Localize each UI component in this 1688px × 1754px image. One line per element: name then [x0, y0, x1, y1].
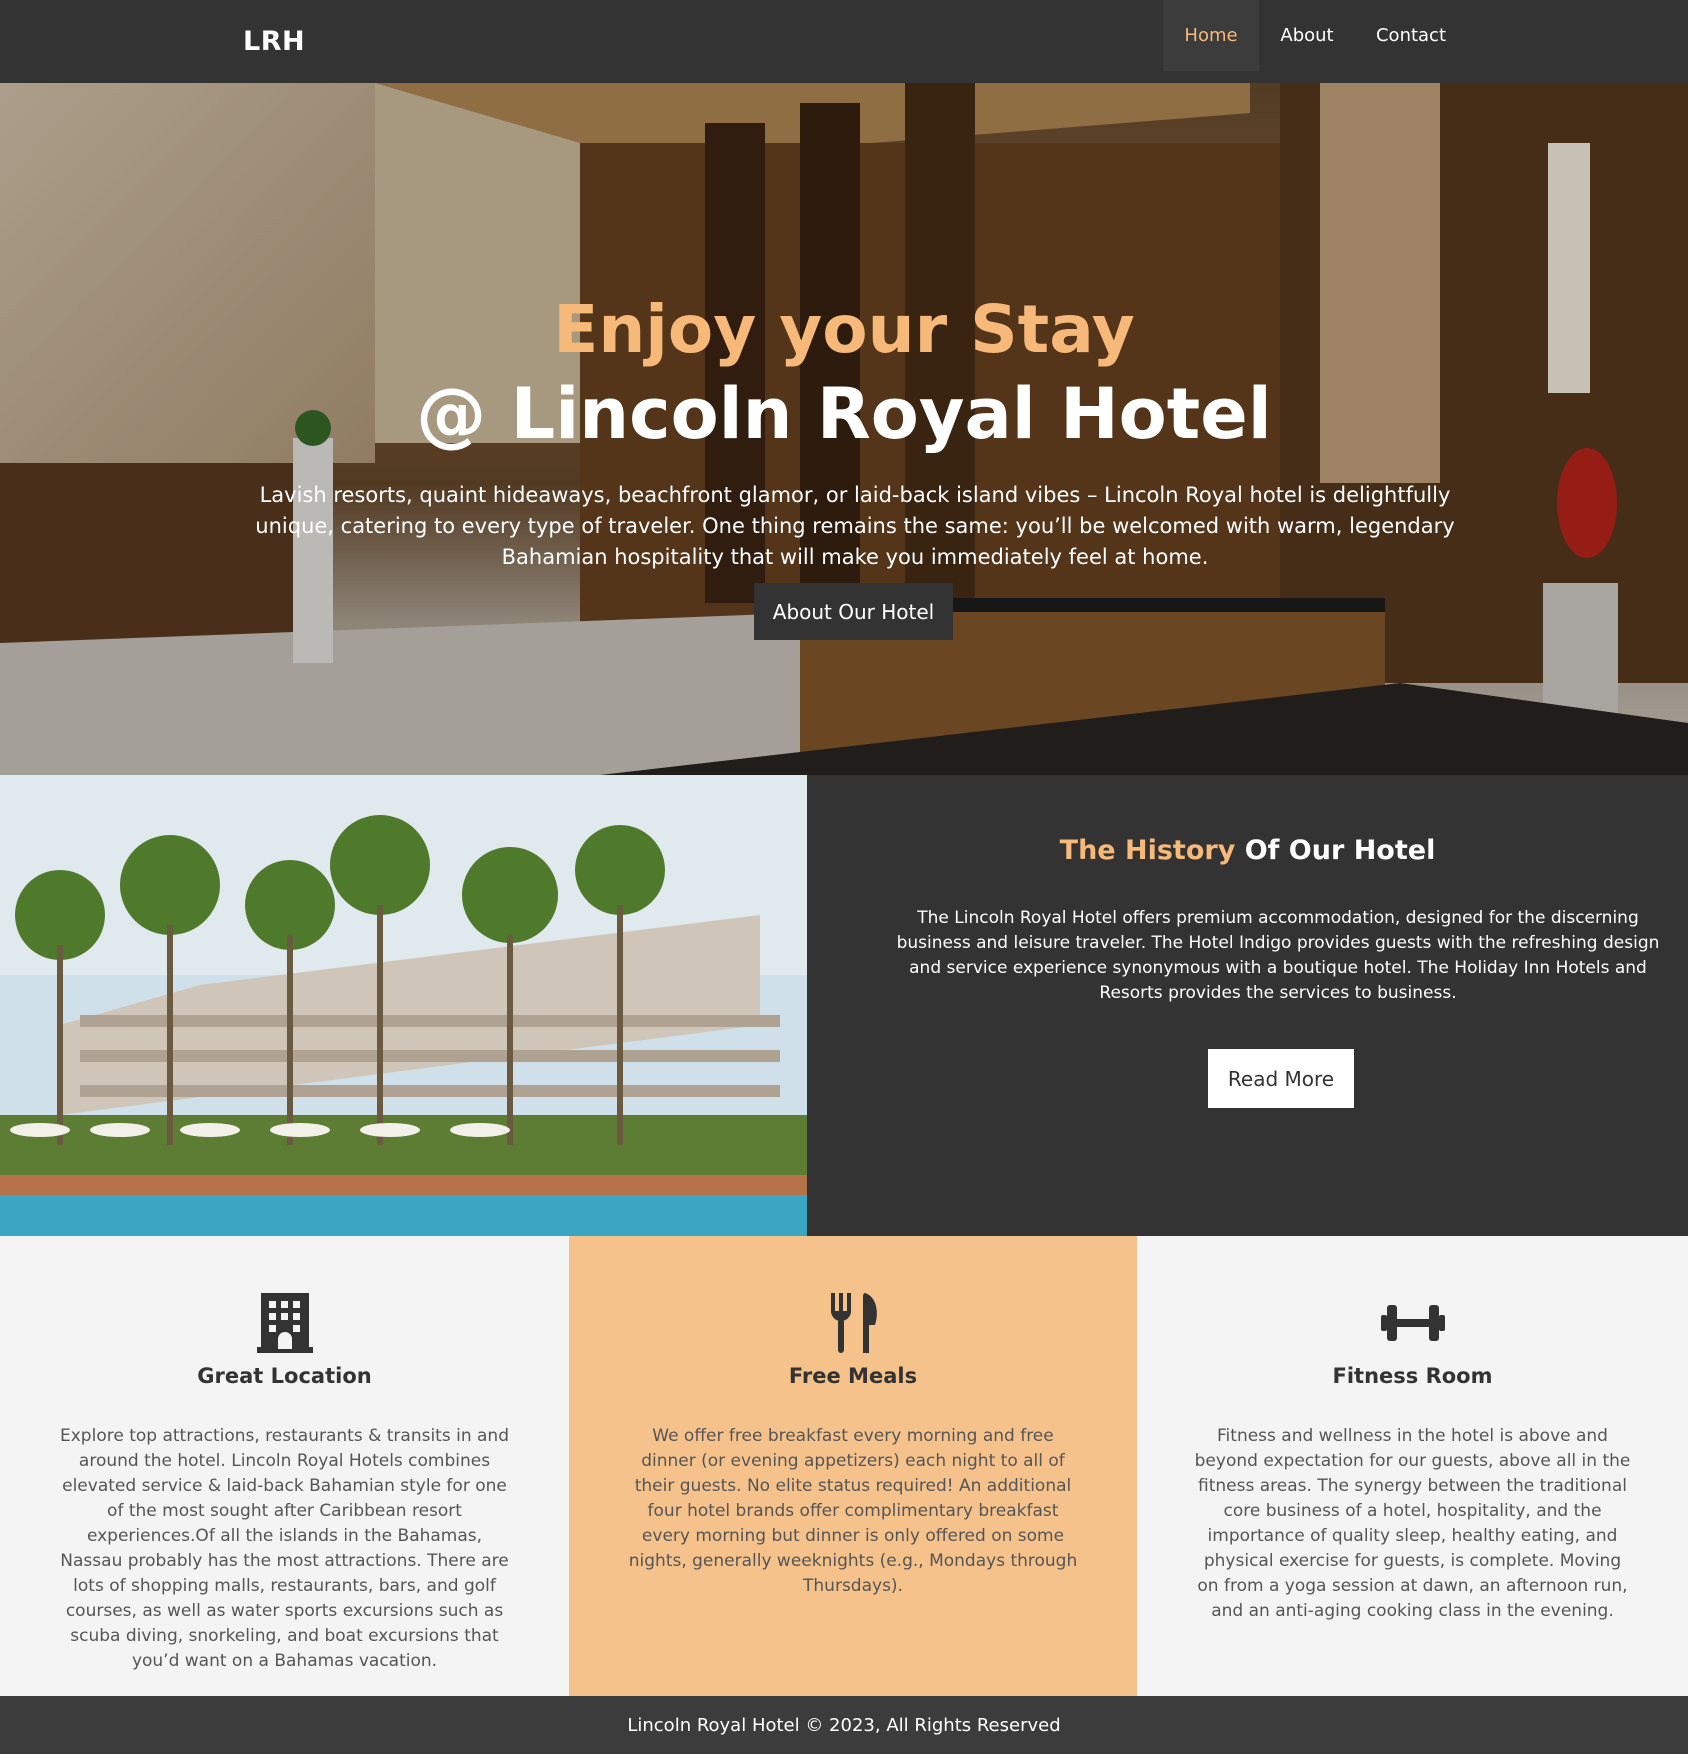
history-section: The History Of Our Hotel The Lincoln Roy…: [0, 775, 1688, 1236]
feature-description: Explore top attractions, restaurants & t…: [60, 1426, 509, 1671]
hero-title-line2: @ Lincoln Royal Hotel: [416, 373, 1272, 455]
feature-title: Fitness Room: [1332, 1364, 1493, 1388]
features-section: Great Location Explore top attractions, …: [0, 1236, 1688, 1696]
top-navbar: LRH Home About Contact: [0, 0, 1688, 83]
nav-links: Home About Contact: [1163, 0, 1467, 71]
building-icon: [256, 1293, 313, 1353]
resort-pool-image: [0, 775, 807, 1236]
feature-card-meals: Free Meals We offer free breakfast every…: [569, 1236, 1137, 1696]
nav-link-about[interactable]: About: [1259, 0, 1355, 71]
feature-title: Great Location: [197, 1364, 372, 1388]
hero-section: Enjoy your Stay @ Lincoln Royal Hotel La…: [0, 83, 1688, 775]
footer: Lincoln Royal Hotel © 2023, All Rights R…: [0, 1696, 1688, 1754]
history-title-rest: Of Our Hotel: [1235, 835, 1436, 866]
read-more-button[interactable]: Read More: [1208, 1049, 1354, 1108]
nav-link-contact[interactable]: Contact: [1355, 0, 1467, 71]
feature-title: Free Meals: [788, 1364, 918, 1388]
history-title-accent: The History: [1059, 835, 1236, 866]
utensils-icon: [831, 1293, 877, 1353]
history-panel: The History Of Our Hotel The Lincoln Roy…: [807, 775, 1688, 1236]
site-logo[interactable]: LRH: [243, 26, 305, 57]
history-description: The Lincoln Royal Hotel offers premium a…: [896, 908, 1660, 1003]
feature-description: We offer free breakfast every morning an…: [628, 1426, 1078, 1596]
dumbbell-icon: [1380, 1305, 1445, 1341]
nav-link-home[interactable]: Home: [1163, 0, 1259, 71]
feature-description: Fitness and wellness in the hotel is abo…: [1194, 1426, 1631, 1621]
copyright-text: Lincoln Royal Hotel © 2023, All Rights R…: [627, 1714, 1061, 1736]
history-title: The History Of Our Hotel: [807, 835, 1688, 866]
feature-card-location: Great Location Explore top attractions, …: [0, 1236, 569, 1696]
hero-description: Lavish resorts, quaint hideaways, beachf…: [255, 483, 1455, 569]
hero-title-line1: Enjoy your Stay: [553, 291, 1135, 368]
feature-card-fitness: Fitness Room Fitness and wellness in the…: [1137, 1236, 1688, 1696]
about-our-hotel-button[interactable]: About Our Hotel: [754, 583, 953, 640]
